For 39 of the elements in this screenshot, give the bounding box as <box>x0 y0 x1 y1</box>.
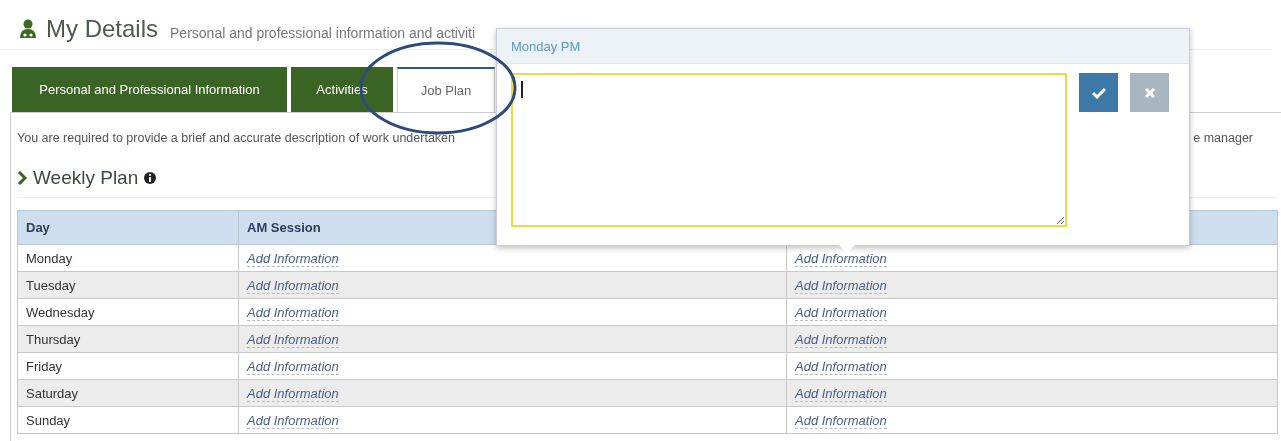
tab[interactable]: Activities <box>291 67 393 112</box>
add-information-link[interactable]: Add Information <box>795 358 887 375</box>
add-information-link[interactable]: Add Information <box>247 358 339 375</box>
day-cell: Sunday <box>17 406 239 434</box>
add-information-link[interactable]: Add Information <box>795 304 887 321</box>
user-badge-icon <box>18 19 38 39</box>
day-cell: Friday <box>17 352 239 380</box>
add-information-link[interactable]: Add Information <box>795 331 887 348</box>
column-header: Day <box>17 210 239 245</box>
add-information-link[interactable]: Add Information <box>247 277 339 294</box>
add-information-link[interactable]: Add Information <box>795 385 887 402</box>
add-information-link[interactable]: Add Information <box>247 385 339 402</box>
cancel-button[interactable] <box>1130 73 1169 112</box>
add-information-link[interactable]: Add Information <box>247 304 339 321</box>
day-cell: Monday <box>17 244 239 272</box>
add-information-link[interactable]: Add Information <box>795 250 887 267</box>
add-information-link[interactable]: Add Information <box>795 412 887 429</box>
day-cell: Thursday <box>17 325 239 353</box>
description-text: e manager <box>1193 131 1253 145</box>
day-cell: Tuesday <box>17 271 239 299</box>
description-text: You are required to provide a brief and accurate description of work undertaken <box>17 131 455 145</box>
chevron-icon <box>17 171 27 185</box>
close-icon <box>1144 87 1155 98</box>
save-button[interactable] <box>1079 73 1118 112</box>
page-subtitle: Personal and professional information and activiti <box>170 25 476 41</box>
information-textarea[interactable] <box>511 73 1067 227</box>
tab[interactable]: Job Plan <box>397 67 495 112</box>
popover-title: Monday PM <box>511 38 581 54</box>
section-title: Weekly Plan <box>33 167 139 189</box>
add-information-link[interactable]: Add Information <box>247 250 339 267</box>
info-icon <box>144 172 157 184</box>
page-title: My Details <box>46 17 159 41</box>
tab[interactable]: Personal and Professional Information <box>12 67 287 112</box>
add-information-link[interactable]: Add Information <box>247 331 339 348</box>
day-cell: Saturday <box>17 379 239 407</box>
checkmark-icon <box>1091 86 1106 99</box>
day-cell: Wednesday <box>17 298 239 326</box>
add-information-link[interactable]: Add Information <box>795 277 887 294</box>
add-information-link[interactable]: Add Information <box>247 412 339 429</box>
